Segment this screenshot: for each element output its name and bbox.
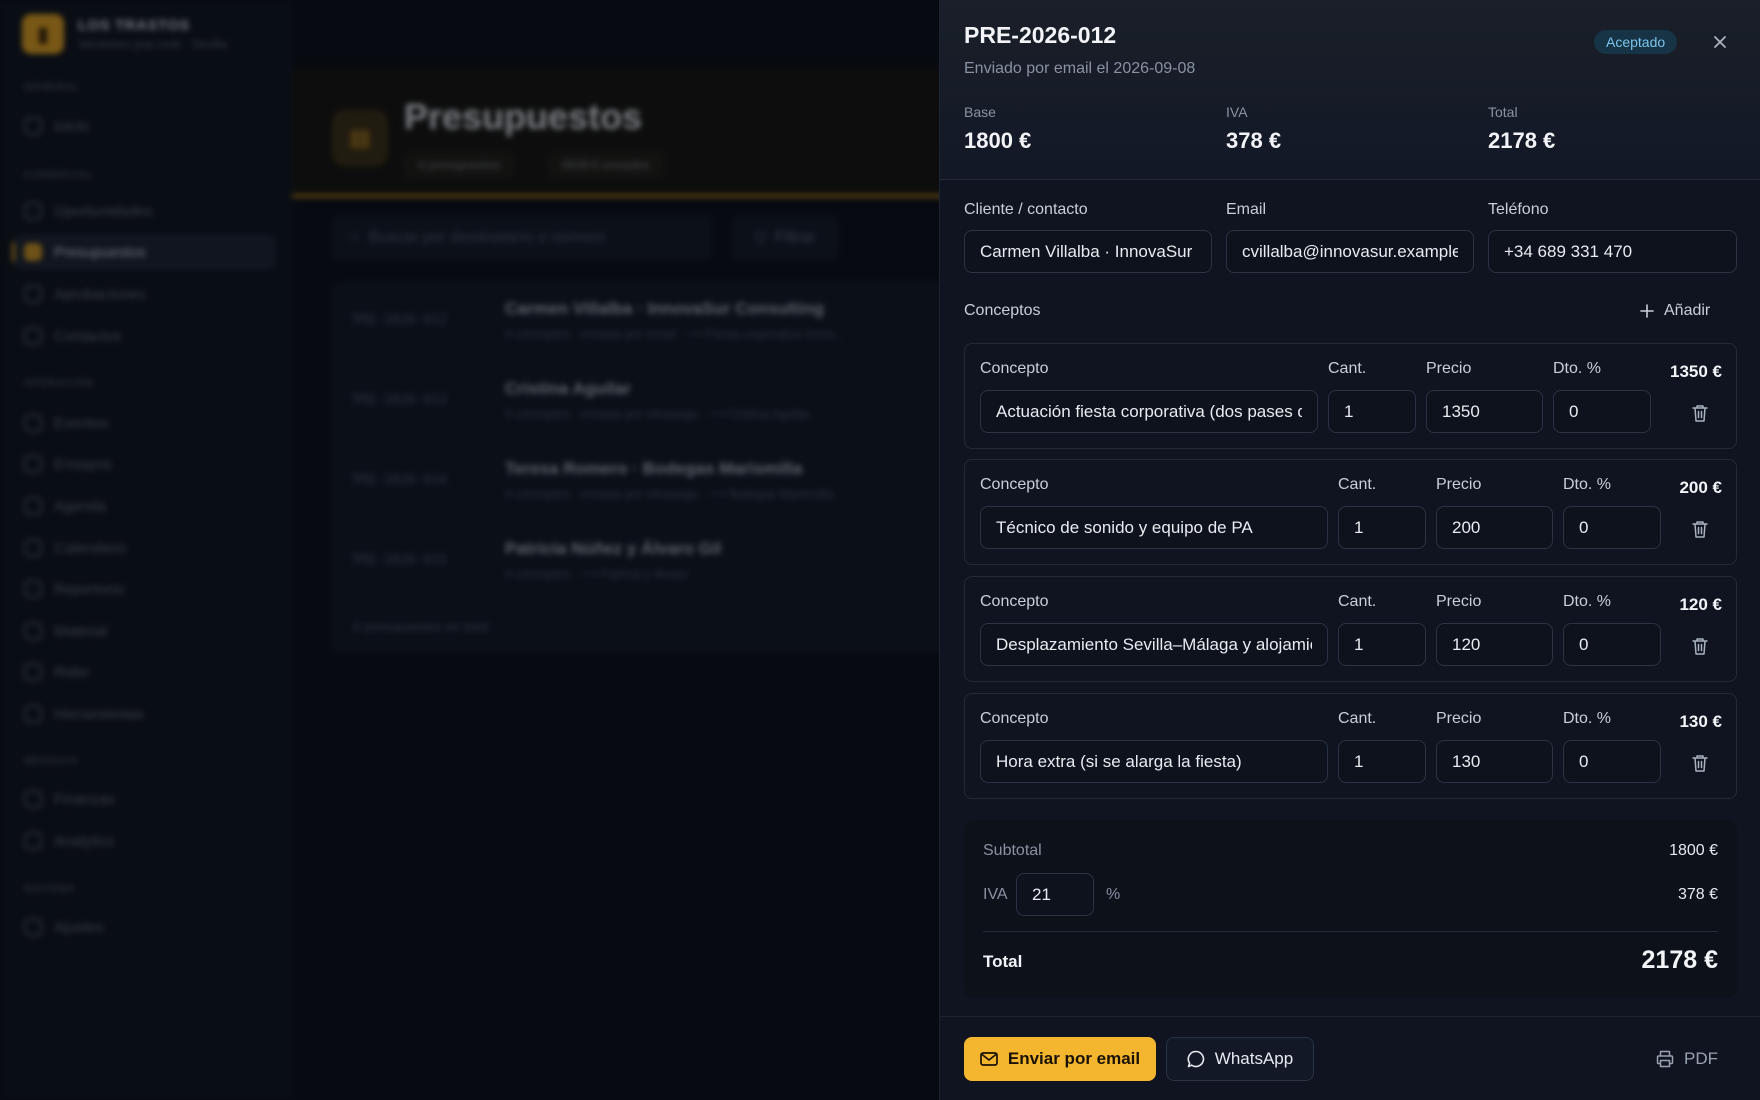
trash-icon <box>1692 755 1708 772</box>
discount-field[interactable] <box>1563 740 1661 783</box>
price-field[interactable] <box>1436 623 1553 666</box>
close-button[interactable] <box>1706 28 1734 56</box>
client-contact-field[interactable] <box>964 230 1212 273</box>
concept-field[interactable] <box>980 506 1328 549</box>
close-icon <box>1714 36 1726 48</box>
concepts-title: Conceptos <box>964 302 1041 319</box>
concept-field[interactable] <box>980 390 1318 433</box>
trash-icon <box>1692 405 1708 422</box>
concept-label: Concepto <box>980 593 1049 610</box>
phone-field[interactable] <box>1488 230 1737 273</box>
client-contact-label: Cliente / contacto <box>964 201 1088 218</box>
budget-number: PRE-2026-012 <box>964 22 1117 48</box>
summary-total: Total 2178 € <box>1488 104 1556 153</box>
drawer-footer: Enviar por email WhatsApp PDF <box>940 1016 1760 1100</box>
delete-item-button[interactable] <box>1690 518 1710 540</box>
delete-item-button[interactable] <box>1690 402 1710 424</box>
price-field[interactable] <box>1436 506 1553 549</box>
totals-panel: Subtotal 1800 € IVA % 378 € Total 2178 € <box>964 820 1737 998</box>
whatsapp-button[interactable]: WhatsApp <box>1166 1037 1314 1081</box>
concept-field[interactable] <box>980 740 1328 783</box>
subtotal-label: Subtotal <box>983 842 1042 859</box>
pdf-button[interactable]: PDF <box>1656 1037 1718 1081</box>
iva-value: 378 € <box>1677 886 1718 903</box>
chat-bubble-icon <box>1187 1050 1204 1068</box>
summary-base: Base 1800 € <box>964 104 1032 153</box>
concept-label: Concepto <box>980 710 1049 727</box>
concept-label: Concepto <box>980 360 1049 377</box>
discount-field[interactable] <box>1553 390 1651 433</box>
discount-label: Dto. % <box>1553 360 1602 377</box>
discount-field[interactable] <box>1563 506 1661 549</box>
concept-item: Concepto Cant. Precio Dto. % 200 € <box>964 459 1737 565</box>
discount-label: Dto. % <box>1563 476 1612 493</box>
send-email-button[interactable]: Enviar por email <box>964 1037 1156 1081</box>
iva-label: IVA <box>983 886 1008 903</box>
status-badge: Aceptado <box>1594 30 1678 54</box>
plus-icon <box>1640 304 1654 318</box>
trash-icon <box>1692 638 1708 655</box>
price-label: Precio <box>1436 710 1482 727</box>
concept-field[interactable] <box>980 623 1328 666</box>
price-field[interactable] <box>1436 740 1553 783</box>
qty-label: Cant. <box>1338 593 1377 610</box>
qty-label: Cant. <box>1338 476 1377 493</box>
printer-icon <box>1656 1050 1674 1068</box>
concept-item: Concepto Cant. Precio Dto. % 120 € <box>964 576 1737 682</box>
sent-status-text: Enviado por email el 2026-09-08 <box>964 60 1196 77</box>
price-label: Precio <box>1426 360 1472 377</box>
line-amount: 130 € <box>1679 712 1722 731</box>
total-label: Total <box>983 952 1023 971</box>
discount-field[interactable] <box>1563 623 1661 666</box>
drawer-header: PRE-2026-012 Enviado por email el 2026-0… <box>940 0 1760 180</box>
concept-label: Concepto <box>980 476 1049 493</box>
qty-label: Cant. <box>1328 360 1367 377</box>
budget-drawer: PRE-2026-012 Enviado por email el 2026-0… <box>939 0 1760 1100</box>
discount-label: Dto. % <box>1563 593 1612 610</box>
divider <box>983 931 1718 932</box>
price-field[interactable] <box>1426 390 1543 433</box>
qty-label: Cant. <box>1338 710 1377 727</box>
summary-iva: IVA 378 € <box>1226 104 1282 153</box>
line-amount: 200 € <box>1679 478 1722 497</box>
discount-label: Dto. % <box>1563 710 1612 727</box>
delete-item-button[interactable] <box>1690 752 1710 774</box>
price-label: Precio <box>1436 476 1482 493</box>
mail-icon <box>980 1052 998 1066</box>
qty-field[interactable] <box>1338 506 1426 549</box>
qty-field[interactable] <box>1338 623 1426 666</box>
qty-field[interactable] <box>1338 740 1426 783</box>
subtotal-value: 1800 € <box>1669 842 1718 859</box>
email-label: Email <box>1226 201 1267 218</box>
line-amount: 1350 € <box>1670 362 1722 381</box>
iva-unit: % <box>1106 886 1121 903</box>
email-field[interactable] <box>1226 230 1474 273</box>
price-label: Precio <box>1436 593 1482 610</box>
delete-item-button[interactable] <box>1690 635 1710 657</box>
concept-item: Concepto Cant. Precio Dto. % 130 € <box>964 693 1737 799</box>
phone-label: Teléfono <box>1488 201 1549 218</box>
add-concept-button[interactable]: Añadir <box>1640 296 1710 326</box>
iva-rate-field[interactable] <box>1016 873 1094 916</box>
trash-icon <box>1692 521 1708 538</box>
concept-item: Concepto Cant. Precio Dto. % 1350 € <box>964 343 1737 449</box>
total-value: 2178 € <box>1641 946 1718 974</box>
qty-field[interactable] <box>1328 390 1416 433</box>
line-amount: 120 € <box>1679 595 1722 614</box>
